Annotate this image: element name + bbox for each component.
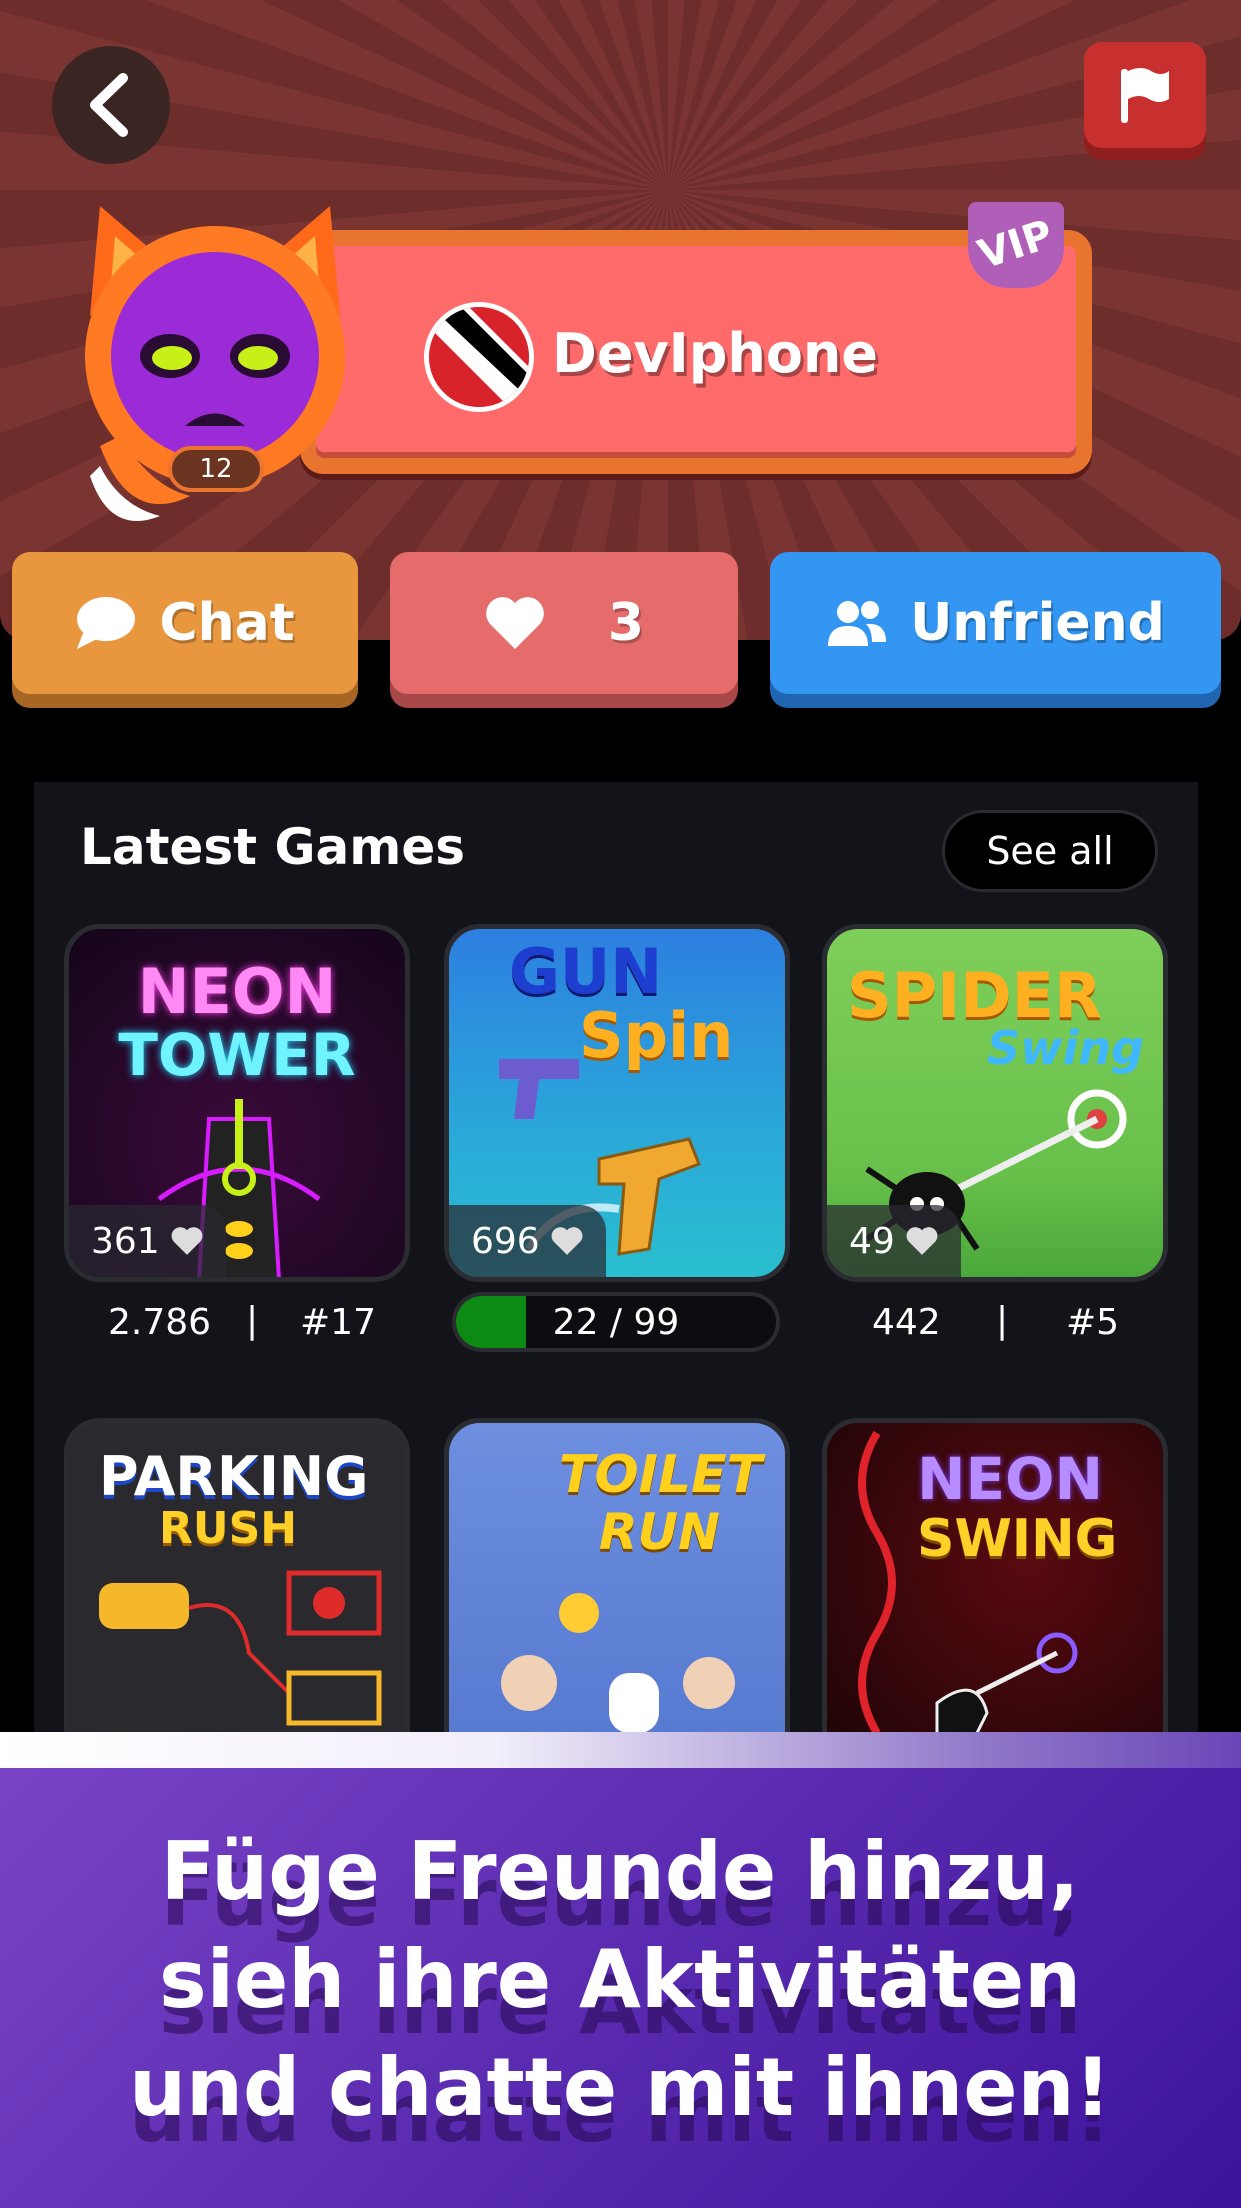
game-title-line1: TOILET (559, 1445, 763, 1505)
game-card-gun-spin[interactable]: GUN Spin 696 (444, 924, 790, 1282)
speech-bubble-icon (77, 597, 136, 649)
stat-divider: | (996, 1300, 1009, 1341)
username: DevIphone (552, 322, 879, 385)
game-card-neon-swing[interactable]: NEON SWING (822, 1418, 1168, 1776)
chevron-left-icon (90, 73, 128, 137)
game-title-line2: RUN (599, 1503, 720, 1561)
chat-button[interactable]: Chat (12, 552, 358, 694)
likes-count: 696 (471, 1220, 540, 1262)
rank: #17 (300, 1302, 376, 1343)
latest-games-title: Latest Games (80, 818, 466, 876)
heart-icon (906, 1227, 938, 1255)
unfriend-button[interactable]: Unfriend (770, 552, 1221, 694)
game-art (99, 1570, 382, 1726)
banner-divider (0, 1732, 1241, 1768)
game-card-toilet-run[interactable]: TOILET RUN (444, 1418, 790, 1776)
likes-count: 49 (849, 1220, 895, 1262)
vip-label: VIP (973, 211, 1059, 279)
level-badge: 12 (168, 446, 264, 492)
game-title-line1: GUN (509, 935, 663, 1008)
likes-count: 3 (607, 593, 645, 653)
likes-chip: 49 (827, 1205, 961, 1277)
likes-chip: 696 (449, 1205, 606, 1277)
game-card-neon-tower[interactable]: NEON TOWER 361 (64, 924, 410, 1282)
game-art (501, 1593, 735, 1733)
back-button[interactable] (52, 46, 170, 164)
game-title-line1: NEON (137, 955, 337, 1028)
plays-count: 442 (872, 1302, 941, 1343)
stat-divider: | (246, 1300, 259, 1341)
likes-chip: 361 (69, 1205, 226, 1277)
likes-count: 361 (91, 1220, 160, 1262)
users-icon (828, 601, 887, 646)
report-button[interactable] (1084, 42, 1206, 148)
game-art (858, 1430, 1078, 1755)
flag-icon (1121, 68, 1169, 123)
progress-text: 22 / 99 (552, 1301, 680, 1343)
game-progress-bar: 22 / 99 (452, 1292, 780, 1352)
unfriend-label: Unfriend (910, 593, 1165, 653)
game-card-spider-swing[interactable]: SPIDER Swing 49 (822, 924, 1168, 1282)
vip-badge: VIP (968, 202, 1064, 288)
see-all-button[interactable]: See all (942, 810, 1158, 892)
heart-icon (551, 1227, 583, 1255)
game-title-line2: Swing (987, 1021, 1145, 1075)
game-title-line1: PARKING (99, 1445, 369, 1508)
heart-icon (486, 597, 544, 649)
game-card-parking-rush[interactable]: PARKING RUSH (64, 1418, 410, 1776)
game-title-line2: RUSH (159, 1503, 298, 1554)
rank: #5 (1066, 1302, 1120, 1343)
chat-label: Chat (159, 593, 295, 653)
like-button[interactable]: 3 (390, 552, 738, 694)
heart-icon (171, 1227, 203, 1255)
plays-count: 2.786 (108, 1302, 212, 1343)
promo-banner-text: Füge Freunde hinzu, sieh ihre Aktivitäte… (129, 1825, 1111, 2134)
country-flag-icon (424, 302, 534, 412)
